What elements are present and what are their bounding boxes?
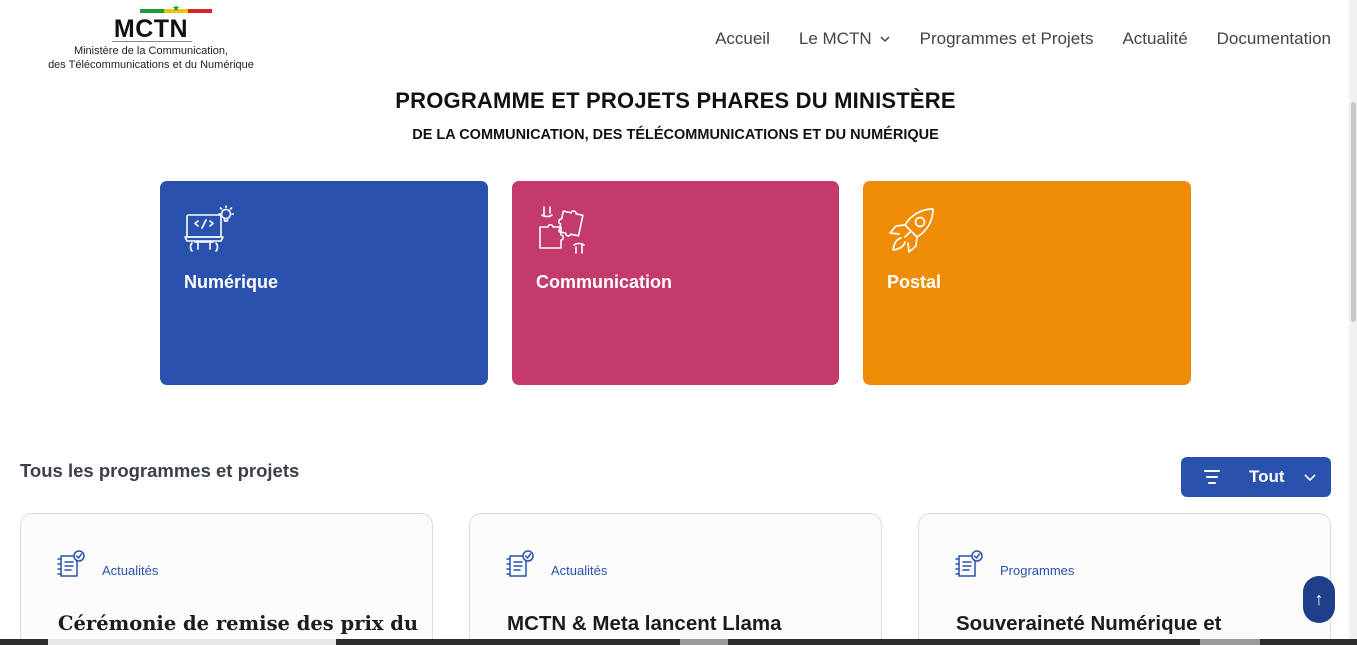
document-check-icon	[57, 550, 85, 577]
category-card-communication[interactable]: Communication	[512, 181, 839, 385]
nav-documentation-label: Documentation	[1216, 29, 1331, 48]
nav-programmes-projets[interactable]: Programmes et Projets	[920, 29, 1094, 49]
main-nav: Accueil Le MCTN Programmes et Projets Ac…	[715, 29, 1331, 49]
category-card-postal[interactable]: Postal	[863, 181, 1191, 385]
filter-selected-value: Tout	[1249, 467, 1285, 486]
logo-mark: MCTN	[113, 15, 189, 43]
category-label-postal: Postal	[887, 272, 942, 292]
rocket-icon	[889, 208, 934, 253]
browser-bottom-bar	[0, 639, 1357, 645]
project-category: Actualités	[102, 563, 159, 578]
logo-subtitle-line2: des Télécommunications et du Numérique	[48, 59, 254, 71]
chevron-down-icon	[1304, 474, 1316, 482]
nav-le-mctn[interactable]: Le MCTN	[799, 29, 891, 49]
category-label-communication: Communication	[536, 272, 673, 292]
category-label-numerique: Numérique	[184, 272, 279, 292]
nav-le-mctn-label: Le MCTN	[798, 29, 872, 48]
bottom-bar-segment	[680, 639, 728, 645]
section-title: Tous les programmes et projets	[20, 460, 300, 481]
nav-accueil-label: Accueil	[715, 29, 770, 48]
scrollbar-thumb[interactable]	[1351, 102, 1356, 322]
project-title[interactable]: MCTN & Meta lancent Llama	[507, 612, 782, 636]
page-title: PROGRAMME ET PROJETS PHARES DU MINISTÈRE	[395, 88, 956, 113]
chevron-down-icon	[880, 36, 890, 43]
project-title[interactable]: Cérémonie de remise des prix du	[58, 612, 418, 635]
nav-documentation[interactable]: Documentation	[1217, 29, 1331, 49]
project-category: Actualités	[551, 563, 608, 578]
filter-lines-icon	[1204, 470, 1220, 484]
project-title[interactable]: Souveraineté Numérique et	[956, 612, 1221, 636]
project-card[interactable]: Programmes Souveraineté Numérique et	[918, 513, 1331, 645]
logo-divider	[112, 41, 192, 42]
document-check-icon	[955, 550, 983, 577]
document-check-icon	[506, 550, 534, 577]
page-subtitle: DE LA COMMUNICATION, DES TÉLÉCOMMUNICATI…	[412, 127, 939, 143]
project-card[interactable]: Actualités MCTN & Meta lancent Llama	[469, 513, 882, 645]
filter-dropdown-button[interactable]: Tout	[1181, 457, 1331, 497]
bottom-bar-segment	[1200, 639, 1260, 645]
nav-programmes-label: Programmes et Projets	[919, 29, 1094, 48]
category-card-numerique[interactable]: Numérique	[160, 181, 488, 385]
arrow-up-icon: ↑	[1314, 589, 1324, 609]
ministry-logo[interactable]: MCTN Ministère de la Communication, des …	[26, 6, 276, 76]
nav-accueil[interactable]: Accueil	[715, 29, 770, 49]
senegal-flag-icon	[140, 9, 212, 13]
bottom-bar-segment	[48, 639, 336, 645]
back-to-top-button[interactable]: ↑	[1303, 576, 1335, 623]
laptop-code-icon	[184, 205, 234, 252]
project-category: Programmes	[1000, 563, 1075, 578]
nav-actualite[interactable]: Actualité	[1122, 29, 1187, 49]
puzzle-handshake-icon	[539, 206, 585, 254]
logo-subtitle-line1: Ministère de la Communication,	[73, 45, 229, 57]
project-card[interactable]: Actualités Cérémonie de remise des prix …	[20, 513, 433, 645]
site-header: MCTN Ministère de la Communication, des …	[0, 0, 1357, 80]
nav-actualite-label: Actualité	[1122, 29, 1188, 48]
